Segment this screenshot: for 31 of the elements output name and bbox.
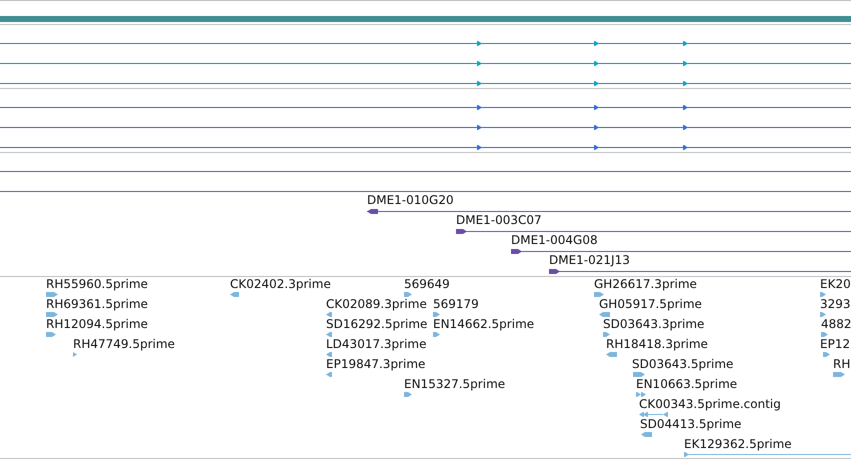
- est-label: 3293: [820, 297, 851, 311]
- clone-label: DME1-021J13: [549, 253, 630, 267]
- est-label: CK02089.3prime: [326, 297, 427, 311]
- est-label: EK129362.5prime: [684, 437, 792, 451]
- est-label: EK20: [820, 277, 851, 291]
- est-label: RH55960.5prime: [46, 277, 148, 291]
- est-label: RH18418.3prime: [606, 337, 708, 351]
- clone-label: DME1-010G20: [367, 193, 454, 207]
- est-label: LD43017.3prime: [326, 337, 427, 351]
- est-label: GH05917.5prime: [599, 297, 702, 311]
- est-label: GH26617.3prime: [594, 277, 697, 291]
- est-label: RH12094.5prime: [46, 317, 148, 331]
- est-label: EP19847.3prime: [326, 357, 426, 371]
- est-label: CK00343.5prime.contig: [639, 397, 781, 411]
- est-label: EN14662.5prime: [433, 317, 534, 331]
- est-label: 569179: [433, 297, 479, 311]
- est-label: EP12: [820, 337, 850, 351]
- est-label: RH: [833, 357, 850, 371]
- est-label: EN10663.5prime: [636, 377, 738, 391]
- est-label: 569649: [404, 277, 450, 291]
- est-label: SD03643.3prime: [603, 317, 704, 331]
- est-label: SD16292.5prime: [326, 317, 428, 331]
- est-label: RH69361.5prime: [46, 297, 148, 311]
- clone-label: DME1-004G08: [511, 233, 598, 247]
- est-label: RH47749.5prime: [73, 337, 175, 351]
- est-label: 4882: [821, 317, 851, 331]
- clone-label: DME1-003C07: [456, 213, 542, 227]
- est-label: SD04413.5prime: [640, 417, 742, 431]
- est-label: EN15327.5prime: [404, 377, 506, 391]
- est-label: SD03643.5prime: [632, 357, 734, 371]
- est-label: CK02402.3prime: [230, 277, 331, 291]
